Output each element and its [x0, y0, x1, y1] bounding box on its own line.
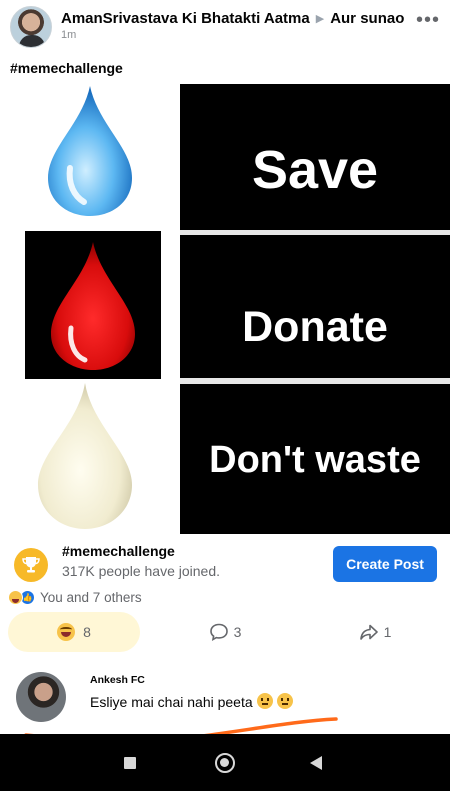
blood-drop-icon [51, 242, 135, 370]
arrow-right-icon: ▶ [315, 13, 325, 25]
neutral-face-emoji-icon [256, 693, 273, 709]
home-circle-icon[interactable] [215, 753, 235, 773]
neutral-face-emoji-icon [276, 693, 293, 709]
water-drop-icon [48, 86, 132, 216]
post-header: AmanSrivastava Ki Bhatakti Aatma ▶ Aur sun… [0, 0, 450, 52]
author-line: AmanSrivastava Ki Bhatakti Aatma ▶ Aur sun… [61, 10, 404, 27]
share-count: 1 [383, 624, 392, 640]
create-post-button[interactable]: Create Post [333, 546, 437, 582]
trophy-icon [14, 548, 48, 582]
system-navigation-bar [0, 734, 450, 791]
comment-bubble[interactable]: Ankesh FC Esliye mai chai nahi peeta [78, 674, 293, 710]
reaction-summary[interactable]: 👍 You and 7 others [8, 588, 142, 606]
back-triangle-icon[interactable] [309, 755, 323, 771]
group-name[interactable]: Aur sunao [330, 10, 404, 27]
share-icon [359, 624, 378, 640]
author-name[interactable]: AmanSrivastava Ki Bhatakti Aatma [61, 10, 310, 27]
challenge-banner[interactable]: #memechallenge 317K people have joined. … [0, 538, 450, 590]
meme-image[interactable]: Save Donate Don't waste [0, 78, 450, 534]
panel-word-dont-waste: Don't waste [209, 439, 421, 481]
laughing-emoji-icon [57, 623, 76, 641]
share-button[interactable]: 1 [345, 612, 405, 652]
author-avatar[interactable] [10, 6, 52, 48]
post-caption[interactable]: #memechallenge [10, 60, 123, 76]
haha-count: 8 [83, 624, 91, 640]
recents-square-icon[interactable] [124, 757, 136, 769]
panel-word-save: Save [251, 140, 379, 200]
haha-button[interactable]: 8 [8, 612, 140, 652]
haha-reaction-icon [8, 589, 23, 605]
comment-icon [209, 623, 228, 642]
post-actions: 8 3 1 [0, 612, 450, 654]
panel-donate: Donate [180, 235, 450, 378]
comment-text-line: Esliye mai chai nahi peeta [90, 693, 293, 710]
milk-drop-icon [38, 383, 132, 529]
reaction-summary-text: You and 7 others [40, 589, 142, 605]
challenge-members: 317K people have joined. [62, 563, 221, 579]
post-timestamp[interactable]: 1m [61, 29, 76, 41]
more-horizontal-icon[interactable]: ••• [416, 9, 440, 32]
comment-count: 3 [233, 624, 242, 640]
comment-text: Esliye mai chai nahi peeta [90, 694, 253, 710]
commenter-name[interactable]: Ankesh FC [90, 674, 293, 686]
comment-button[interactable]: 3 [195, 612, 255, 652]
panel-word-donate: Donate [242, 303, 388, 351]
challenge-title[interactable]: #memechallenge [62, 543, 175, 559]
panel-dont-waste: Don't waste [180, 384, 450, 534]
panel-save: Save [180, 84, 450, 230]
